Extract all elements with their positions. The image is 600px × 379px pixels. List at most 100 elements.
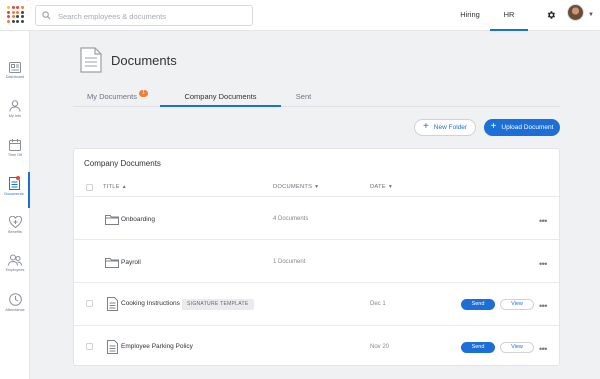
sort-asc-icon: ▲ <box>121 184 127 190</box>
sidebar-item-attendance[interactable]: Attendance <box>0 288 30 324</box>
count-badge: 1 <box>139 90 149 97</box>
column-header-date[interactable]: DATE ▼ <box>370 184 393 190</box>
sidebar-item-label: Dashboard <box>5 75 25 79</box>
app-logo[interactable] <box>7 6 24 23</box>
search-input[interactable] <box>58 9 248 23</box>
sidebar-item-time-off[interactable]: Time Off <box>0 134 30 170</box>
row-title[interactable]: Cooking Instructions <box>121 300 180 307</box>
column-date-label: DATE <box>370 184 386 190</box>
sidebar-item-dashboard[interactable]: Dashboard <box>0 57 30 93</box>
chevron-down-icon[interactable]: ▼ <box>588 12 594 18</box>
dashboard-icon <box>9 62 21 73</box>
logo-dot <box>11 19 15 23</box>
table-row[interactable]: Cooking Instructions SIGNATURE TEMPLATE … <box>74 283 559 326</box>
avatar[interactable] <box>567 4 584 21</box>
signature-template-tag: SIGNATURE TEMPLATE <box>182 299 254 310</box>
column-title-label: TITLE <box>103 184 120 190</box>
folder-icon <box>105 215 119 225</box>
column-header-title[interactable]: TITLE ▲ <box>103 184 127 190</box>
table-row[interactable]: Employee Parking Policy Nov 20 Send View… <box>74 326 559 369</box>
row-checkbox[interactable] <box>86 343 93 350</box>
more-options-icon[interactable]: ••• <box>539 302 547 311</box>
row-date: Dec 1 <box>370 301 386 307</box>
tab-my-documents[interactable]: My Documents 1 <box>87 90 152 107</box>
heart-plus-icon <box>8 216 22 228</box>
logo-dot <box>20 6 24 9</box>
sidebar: Dashboard My Info Time Off Documents Ben… <box>0 31 30 379</box>
logo-dot <box>16 10 19 14</box>
tab-company-documents[interactable]: Company Documents <box>160 92 281 107</box>
logo-dot <box>16 6 19 9</box>
card-title: Company Documents <box>84 159 161 168</box>
sidebar-item-label: Benefits <box>8 230 22 234</box>
document-icon <box>80 47 102 73</box>
person-icon <box>9 100 21 112</box>
sidebar-item-label: Time Off <box>7 153 23 157</box>
send-button[interactable]: Send <box>461 342 495 353</box>
more-options-icon[interactable]: ••• <box>539 345 547 354</box>
row-title[interactable]: Employee Parking Policy <box>121 343 193 350</box>
sidebar-item-my-info[interactable]: My Info <box>0 95 30 131</box>
notification-dot <box>16 176 20 180</box>
logo-dot <box>20 10 24 14</box>
file-icon <box>107 340 118 354</box>
clock-icon <box>8 293 22 306</box>
company-documents-card: Company Documents TITLE ▲ DOCUMENTS ▼ DATE… <box>73 148 560 366</box>
sidebar-item-label: Employees <box>5 268 25 272</box>
top-bar: Hiring HR ▼ <box>0 0 600 31</box>
view-button[interactable]: View <box>500 299 534 310</box>
tab-sent[interactable]: Sent <box>281 92 326 107</box>
search-box[interactable] <box>35 5 253 26</box>
logo-dot <box>7 6 10 9</box>
row-title[interactable]: Onboarding <box>121 216 155 223</box>
new-folder-label: New Folder <box>433 124 468 131</box>
people-icon <box>8 254 22 266</box>
plus-icon: + <box>490 121 497 133</box>
send-button[interactable]: Send <box>461 299 495 310</box>
sidebar-item-employees[interactable]: Employees <box>0 249 30 285</box>
sidebar-item-label: Documents <box>4 192 24 196</box>
sidebar-item-label: Attendance <box>5 308 25 312</box>
gear-icon[interactable] <box>546 10 556 20</box>
table-row[interactable]: Payroll 1 Document ••• <box>74 240 559 283</box>
file-icon <box>107 297 118 311</box>
nav-hr[interactable]: HR <box>490 0 528 31</box>
sidebar-item-benefits[interactable]: Benefits <box>0 211 30 247</box>
logo-dot <box>7 15 10 19</box>
logo-dot <box>7 10 10 14</box>
upload-document-button[interactable]: + Upload Document <box>484 119 560 136</box>
logo-dot <box>11 15 15 19</box>
tab-label: My Documents <box>87 92 138 101</box>
logo-dot <box>20 15 24 19</box>
upload-document-label: Upload Document <box>501 124 554 131</box>
logo-dot <box>7 19 10 23</box>
nav-hiring[interactable]: Hiring <box>450 0 490 31</box>
column-header-documents[interactable]: DOCUMENTS ▼ <box>273 184 319 190</box>
document-count: 1 Document <box>273 259 306 265</box>
folder-icon <box>105 258 119 268</box>
calendar-icon <box>9 139 21 151</box>
sort-desc-icon: ▼ <box>314 184 320 190</box>
logo-dot <box>16 15 19 19</box>
page-title: Documents <box>111 53 177 68</box>
new-folder-button[interactable]: + New Folder <box>414 119 476 136</box>
logo-dot <box>16 19 19 23</box>
sidebar-item-documents[interactable]: Documents <box>0 172 30 208</box>
view-button[interactable]: View <box>500 342 534 353</box>
more-options-icon[interactable]: ••• <box>539 217 547 226</box>
document-count: 4 Documents <box>273 216 309 222</box>
table-row[interactable]: Onboarding 4 Documents ••• <box>74 197 559 240</box>
select-all-checkbox[interactable] <box>86 184 93 191</box>
row-date: Nov 20 <box>370 344 390 350</box>
logo-dot <box>11 6 15 9</box>
plus-icon: + <box>422 121 429 133</box>
logo-dot <box>11 10 15 14</box>
logo-dot <box>20 19 24 23</box>
row-title[interactable]: Payroll <box>121 259 141 266</box>
search-icon <box>42 11 51 20</box>
row-checkbox[interactable] <box>86 300 93 307</box>
column-documents-label: DOCUMENTS <box>273 184 313 190</box>
sidebar-item-label: My Info <box>8 114 22 118</box>
more-options-icon[interactable]: ••• <box>539 260 547 269</box>
sort-desc-icon: ▼ <box>387 184 393 190</box>
